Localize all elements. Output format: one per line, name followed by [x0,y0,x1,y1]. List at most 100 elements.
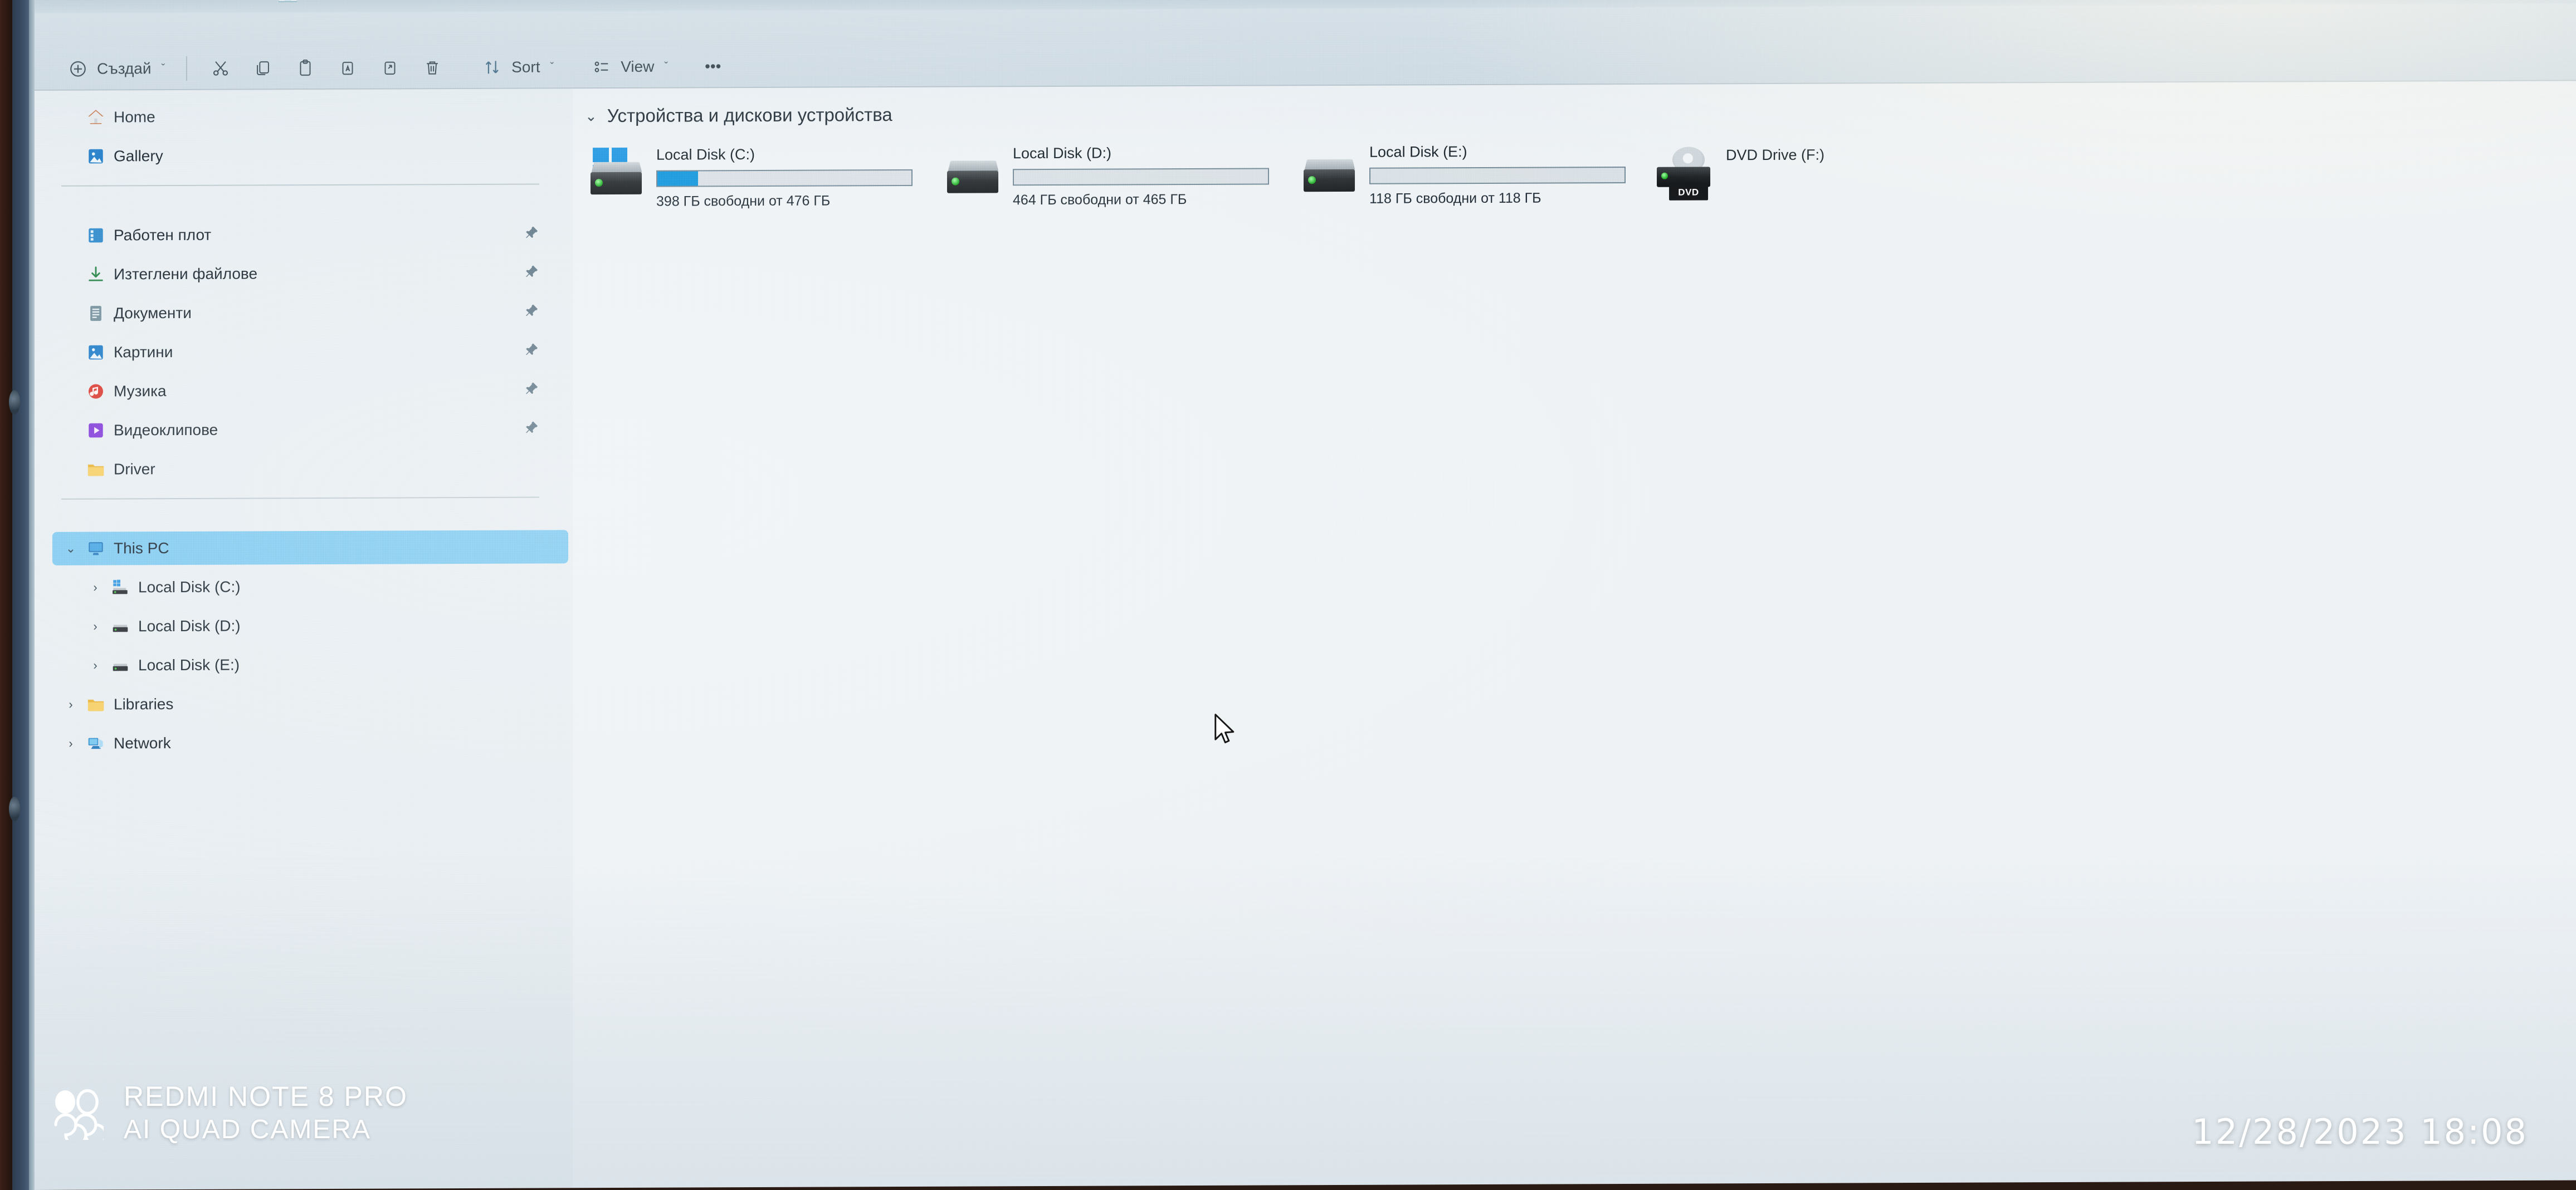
trash-icon [421,56,443,79]
photo-timestamp: 12/28/2023 18:08 [2192,1111,2528,1152]
sidebar-item-label: Изтеглени файлове [114,265,258,283]
sidebar-item-label: Driver [114,460,155,478]
drive-capacity-text: 118 ГБ свободни от 118 ГБ [1369,190,1541,207]
sidebar-divider-2 [61,496,539,500]
drive-tile-c[interactable]: Local Disk (C:) 398 ГБ свободни от 476 Г… [585,138,941,210]
group-title: Устройства и дискови устройства [607,104,892,126]
drive-icon [109,615,131,637]
view-button-label: View [621,57,655,75]
chevron-right-icon[interactable]: › [87,581,104,595]
back-arrow-icon[interactable]: ‹ [99,0,118,3]
drive-tile-f[interactable]: DVD DVD Drive (F:) [1655,134,1889,202]
downloads-icon [85,263,107,285]
drive-name: Local Disk (D:) [1013,144,1112,162]
network-icon [85,732,107,754]
scissors-icon [209,57,232,80]
see-more-button[interactable]: ••• [696,51,730,82]
toolbar-divider [186,56,188,81]
drive-tile-e[interactable]: Local Disk (E:) 118 ГБ свободни от 118 Г… [1298,135,1655,207]
rename-button[interactable] [326,51,369,85]
sidebar-item-pictures[interactable]: › Картини [52,334,568,369]
sidebar-item-label: Local Disk (E:) [138,656,240,674]
sidebar-item-libraries[interactable]: › Libraries [52,686,568,721]
view-list-icon [591,56,613,78]
sidebar-item-this-pc[interactable]: ⌄ This PC [52,530,568,565]
monitor-button [9,390,20,414]
drive-name: DVD Drive (F:) [1726,146,1824,164]
sidebar-item-network[interactable]: › Network [52,725,568,760]
new-button-label: Създай [97,60,152,77]
forward-arrow-icon[interactable]: › [144,0,163,3]
chevron-right-icon[interactable]: › [87,620,104,634]
chevron-down-icon[interactable]: ˇ [664,60,668,73]
sidebar-item-documents[interactable]: › Документи [52,295,568,330]
pin-icon[interactable] [524,420,539,438]
sidebar-item-label: Работен плот [114,226,212,244]
up-arrow-icon[interactable]: ↑ [188,0,207,3]
windows-drive-icon [109,576,131,598]
pin-icon[interactable] [524,342,539,360]
windows-drive-icon [585,147,652,206]
breadcrumb[interactable]: This PC [322,0,383,3]
camera-tagline: AI QUAD CAMERA [124,1115,372,1145]
monitor-bezel-inner [12,0,31,1190]
sidebar-item-driver[interactable]: › Driver [52,451,568,486]
drives-group-header[interactable]: ⌄ Устройства и дискови устройства [585,97,2576,126]
sidebar-item-label: Музика [114,382,167,400]
chevron-down-icon[interactable]: ˇ [550,61,554,74]
sidebar-item-local-disk-d[interactable]: › Local Disk (D:) [52,608,568,643]
chevron-right-icon[interactable]: › [62,698,79,712]
this-pc-icon: 💻 [277,0,298,3]
chevron-right-icon[interactable]: ˇ [409,0,428,2]
pin-icon[interactable] [524,225,539,243]
sidebar-item-desktop[interactable]: › Работен плот [52,217,568,252]
chevron-down-icon[interactable]: ⌄ [62,542,79,556]
rename-icon [336,57,359,79]
share-button[interactable] [369,51,411,84]
sidebar-item-label: Картини [114,343,173,361]
sidebar-item-label: Gallery [114,147,163,165]
sidebar-item-local-disk-c[interactable]: › Local Disk (C:) [52,569,568,604]
folder-icon [85,458,107,480]
monitor-button-2 [9,797,20,821]
dvd-drive-icon: DVD [1655,143,1721,201]
documents-icon [85,302,107,324]
sidebar-item-local-disk-e[interactable]: › Local Disk (E:) [52,647,568,682]
refresh-icon[interactable]: ⟳ [233,0,252,3]
capacity-bar-fill [657,171,698,186]
pin-icon[interactable] [524,264,539,282]
sidebar-item-music[interactable]: › Музика [52,373,568,408]
monitor-bezel-highlight [29,0,35,1190]
drive-capacity-text: 464 ГБ свободни от 465 ГБ [1013,192,1187,208]
videos-icon [85,419,107,441]
sidebar-item-label: Libraries [114,695,174,713]
drive-tile-d[interactable]: Local Disk (D:) 464 ГБ свободни от 465 Г… [941,136,1298,208]
pin-icon[interactable] [524,303,539,321]
sidebar-item-videos[interactable]: › Видеоклипове [52,412,568,447]
paste-button[interactable] [284,51,326,85]
chevron-right-icon[interactable]: › [62,737,79,751]
camera-watermark: REDMI NOTE 8 PRO AI QUAD CAMERA [50,1080,408,1147]
pin-icon[interactable] [524,381,539,399]
desktop-icon [85,224,107,246]
sidebar-item-home[interactable]: › Home [52,99,568,134]
plus-circle-icon [67,58,89,80]
chevron-down-icon[interactable]: ⌄ [585,108,597,125]
sidebar-item-label: This PC [114,539,169,557]
copy-button[interactable] [242,51,284,85]
sidebar-item-downloads[interactable]: › Изтеглени файлове [52,256,568,291]
view-button[interactable]: View ˇ [582,51,677,83]
sidebar-item-gallery[interactable]: › Gallery [52,138,568,173]
capacity-bar [1369,167,1626,184]
capacity-bar [656,169,913,187]
dvd-tray-label: DVD [1669,184,1708,201]
cut-button[interactable] [199,52,242,85]
new-button[interactable]: Създай ˇ [58,53,174,85]
chevron-down-icon[interactable]: ˇ [162,62,165,75]
pictures-icon [85,341,107,363]
chevron-right-icon[interactable]: › [87,659,104,673]
delete-button[interactable] [411,51,453,84]
sort-button[interactable]: Sort ˇ [472,51,563,83]
sidebar-item-label: Local Disk (C:) [138,578,241,596]
capacity-bar [1013,168,1269,186]
